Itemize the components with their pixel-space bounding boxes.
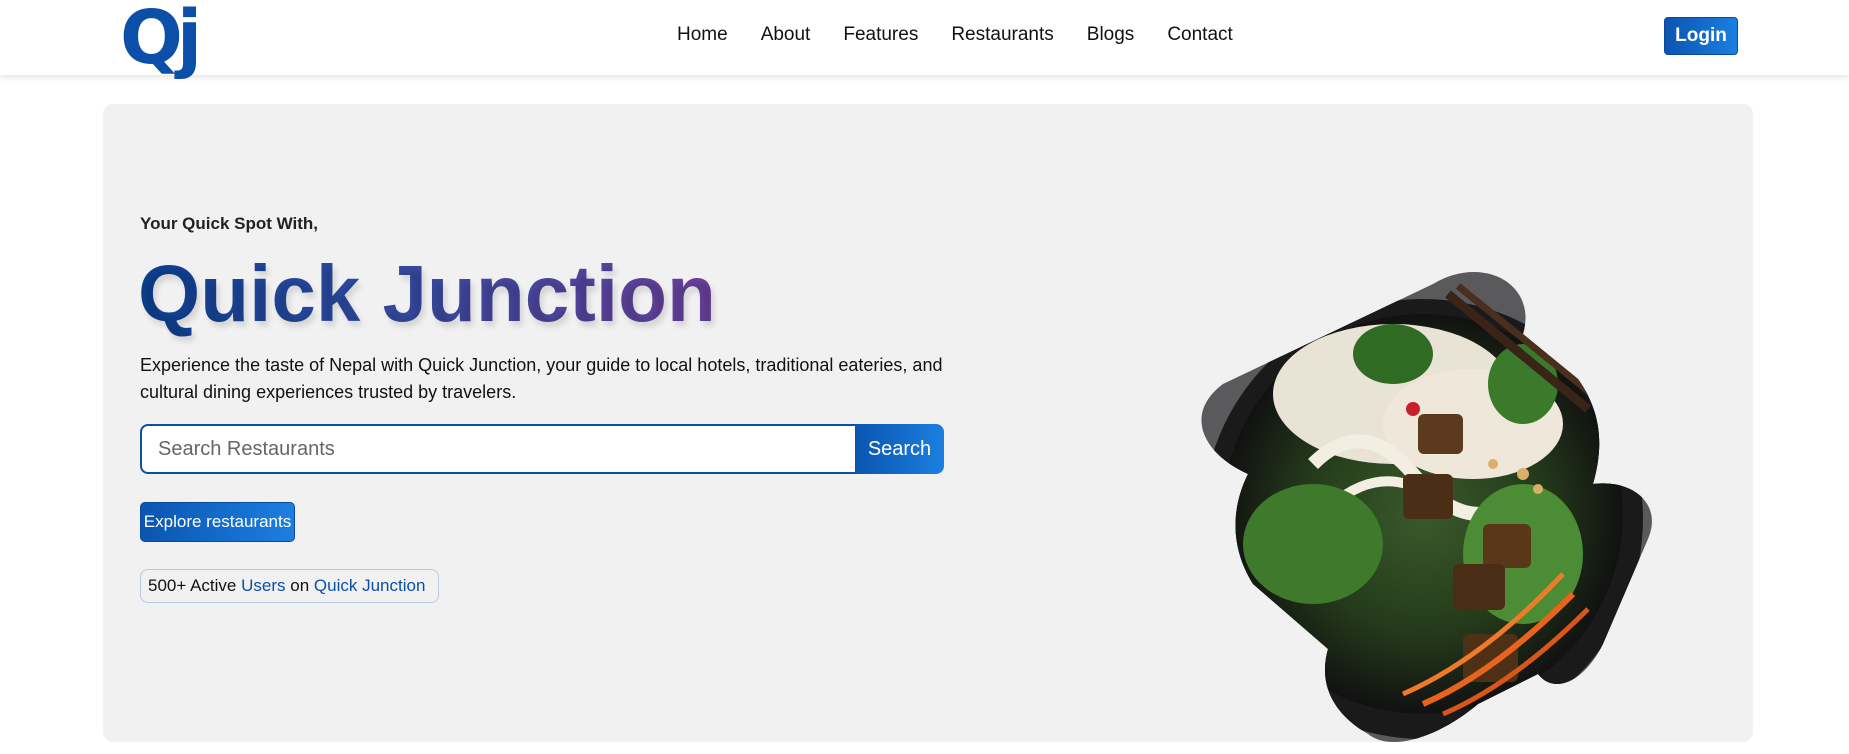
hero-title: Quick Junction — [138, 244, 716, 344]
food-bowl-image — [1201, 272, 1652, 743]
badge-count: 500+ Active — [148, 576, 237, 595]
nav-link-features[interactable]: Features — [843, 24, 918, 46]
hero-eyebrow: Your Quick Spot With, — [140, 214, 319, 233]
login-button[interactable]: Login — [1664, 17, 1738, 55]
badge-brand: Quick Junction — [313, 576, 426, 595]
nav-link-blogs[interactable]: Blogs — [1087, 24, 1135, 46]
nav-link-about[interactable]: About — [761, 24, 811, 46]
active-users-badge: 500+ Active Users on Quick Junction — [140, 569, 440, 603]
nav-link-restaurants[interactable]: Restaurants — [951, 24, 1053, 46]
explore-restaurants-button[interactable]: Explore restaurants — [140, 502, 295, 542]
search-button[interactable]: Search — [855, 424, 944, 474]
logo[interactable]: Qj — [120, 0, 202, 78]
hero-description: Experience the taste of Nepal with Quick… — [140, 355, 943, 402]
navbar: Qj Home About Features Restaurants Blogs… — [0, 0, 1849, 78]
main-nav: Home About Features Restaurants Blogs Co… — [677, 24, 1266, 46]
search-input[interactable] — [140, 424, 855, 474]
search-bar: Search — [140, 424, 944, 474]
hero-section: Your Quick Spot With, Quick Junction Exp… — [103, 104, 1753, 743]
badge-on: on — [290, 576, 310, 595]
nav-link-contact[interactable]: Contact — [1167, 24, 1232, 46]
badge-users: Users — [241, 576, 286, 595]
nav-link-home[interactable]: Home — [677, 24, 728, 46]
